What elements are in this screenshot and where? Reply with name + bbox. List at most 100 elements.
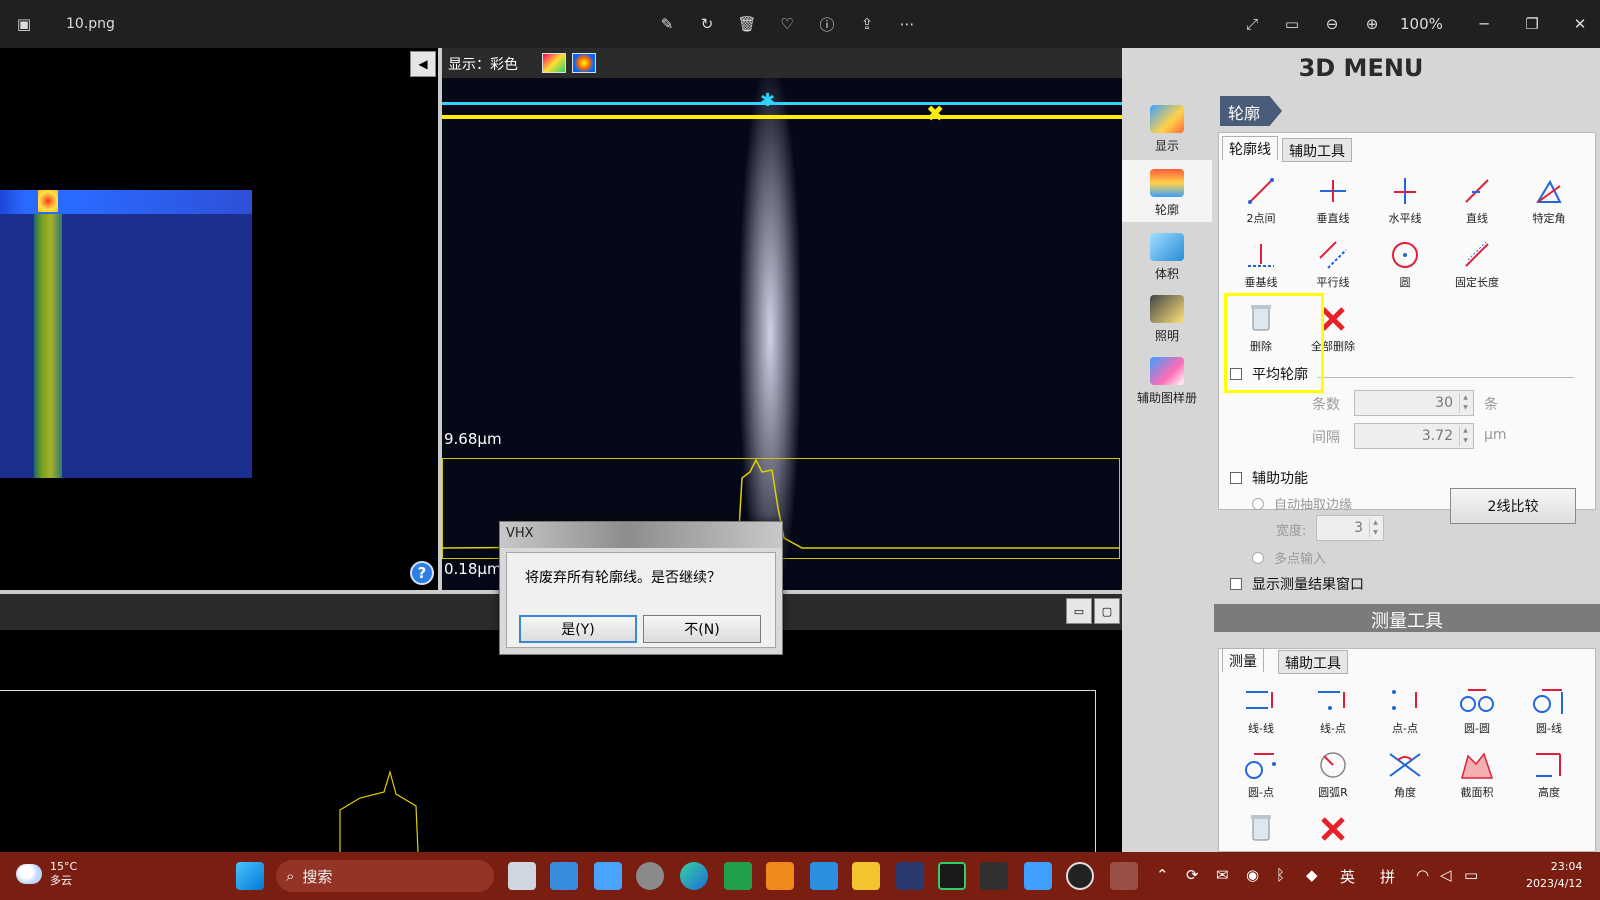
width-input[interactable]: 3 ▲ ▼ (1316, 515, 1384, 541)
minimize-icon[interactable]: ─ (1472, 12, 1496, 36)
help-icon[interactable]: ? (410, 561, 434, 585)
tool-circle-circle[interactable]: 圆-圆 (1444, 678, 1510, 736)
width-stepper-icon[interactable]: ▲ ▼ (1369, 518, 1381, 538)
volume-icon[interactable]: ◁ (1440, 866, 1452, 884)
tab-contour-aux[interactable]: 辅助工具 (1282, 138, 1352, 162)
rotate-icon[interactable]: ↻ (695, 12, 719, 36)
file-explorer-icon[interactable] (852, 862, 880, 890)
start-icon[interactable] (236, 862, 264, 890)
tool-circle-point[interactable]: 圆-点 (1228, 742, 1294, 800)
close-icon[interactable]: ✕ (1568, 12, 1592, 36)
nav-lighting[interactable]: 照明 (1122, 286, 1212, 348)
nav-pattern-book[interactable]: 辅助图样册 (1122, 348, 1212, 410)
tool-angle[interactable]: 角度 (1372, 742, 1438, 800)
settings-icon[interactable] (636, 862, 664, 890)
cyan-profile-line[interactable] (442, 102, 1122, 105)
lower-minimize-icon[interactable]: ▭ (1066, 598, 1092, 624)
bluetooth-icon[interactable]: ᛒ (1276, 866, 1285, 884)
app-d-icon[interactable] (724, 862, 752, 890)
zoom-out-icon[interactable]: ⊖ (1320, 12, 1344, 36)
fullscreen-icon[interactable]: ⤢ (1240, 12, 1264, 36)
interval-input[interactable]: 3.72 ▲ ▼ (1354, 423, 1474, 449)
tool-measure-delete-all[interactable] (1300, 804, 1366, 848)
zoom-level[interactable]: 100% (1400, 12, 1443, 36)
tab-contour-lines[interactable]: 轮廓线 (1222, 136, 1278, 160)
tab-measure[interactable]: 测量 (1222, 648, 1264, 672)
nav-contour[interactable]: 轮廓 (1122, 160, 1212, 222)
favorite-icon[interactable]: ♡ (775, 12, 799, 36)
battery-icon[interactable]: ▭ (1464, 866, 1478, 884)
notepad-icon[interactable] (594, 862, 622, 890)
vscode-icon[interactable] (810, 862, 838, 890)
media-player-icon[interactable] (1066, 862, 1094, 890)
microscope-image-panel[interactable]: ✱ ✖ 9.68μm 0.18μm (442, 78, 1122, 590)
wechat-icon[interactable]: ✉ (1216, 866, 1229, 884)
sync-icon[interactable]: ⟳ (1186, 866, 1199, 884)
info-icon[interactable]: ⓘ (815, 12, 839, 36)
height-color-icon[interactable] (572, 53, 596, 73)
ime-language[interactable]: 英 (1340, 866, 1355, 887)
multi-point-radio[interactable]: 多点输入 (1252, 548, 1326, 567)
tool-cross-section[interactable]: 截面积 (1444, 742, 1510, 800)
wifi-icon[interactable]: ◠ (1416, 866, 1429, 884)
pycharm-icon[interactable] (938, 862, 966, 890)
two-point-icon (1248, 178, 1274, 204)
tool-circle-line[interactable]: 圆-线 (1516, 678, 1582, 736)
yes-button[interactable]: 是(Y) (519, 615, 637, 643)
vlc-icon[interactable] (766, 862, 794, 890)
tool-height[interactable]: 高度 (1516, 742, 1582, 800)
todo-icon[interactable] (550, 862, 578, 890)
search-box[interactable]: ⌕ 搜索 (276, 860, 494, 892)
collapse-left-icon[interactable]: ◀ (410, 51, 436, 77)
weather-widget[interactable]: 15°C 多云 (16, 860, 77, 888)
fit-icon[interactable]: ▭ (1280, 12, 1304, 36)
edit-image-icon[interactable]: ✎ (655, 12, 679, 36)
tab-measure-aux[interactable]: 辅助工具 (1278, 650, 1348, 674)
more-icon[interactable]: ⋯ (895, 12, 919, 36)
share-icon[interactable]: ⇪ (855, 12, 879, 36)
show-result-checkbox[interactable]: 显示测量结果窗口 (1230, 574, 1364, 594)
yellow-marker-icon[interactable]: ✖ (926, 102, 944, 127)
task-view-icon[interactable] (508, 862, 536, 890)
tool-straight-line[interactable]: 直线 (1444, 168, 1510, 226)
terminal-icon[interactable] (980, 862, 1008, 890)
tool-specific-angle[interactable]: 特定角 (1516, 168, 1582, 226)
tool-line-point[interactable]: 线-点 (1300, 678, 1366, 736)
tool-point-point[interactable]: 点-点 (1372, 678, 1438, 736)
tool-line-line[interactable]: 线-线 (1228, 678, 1294, 736)
two-line-compare-button[interactable]: 2线比较 (1450, 488, 1576, 524)
tool-fixed-length[interactable]: 固定长度 (1444, 232, 1510, 290)
interval-stepper-icon[interactable]: ▲ ▼ (1459, 426, 1471, 446)
tray-expand-icon[interactable]: ⌃ (1156, 866, 1169, 884)
count-stepper-icon[interactable]: ▲ ▼ (1459, 393, 1471, 413)
aux-function-checkbox[interactable]: 辅助功能 (1230, 468, 1308, 488)
tool-vertical-line[interactable]: 垂直线 (1300, 168, 1366, 226)
tool-horizontal-line[interactable]: 水平线 (1372, 168, 1438, 226)
trash-icon[interactable]: 🗑 (735, 12, 759, 36)
cat-icon[interactable]: ◆ (1306, 866, 1318, 884)
lower-restore-icon[interactable]: ▢ (1094, 598, 1120, 624)
clock[interactable]: 23:04 2023/4/12 (1526, 858, 1582, 892)
count-input[interactable]: 30 ▲ ▼ (1354, 390, 1474, 416)
app-hand-icon[interactable] (1110, 862, 1138, 890)
ime-mode[interactable]: 拼 (1380, 866, 1395, 887)
nav-display[interactable]: 显示 (1122, 96, 1212, 158)
tool-measure-delete[interactable] (1228, 804, 1294, 848)
no-button[interactable]: 不(N) (643, 615, 761, 643)
auto-edge-radio[interactable]: 自动抽取边缘 (1252, 494, 1352, 513)
qq-icon[interactable]: ◉ (1246, 866, 1259, 884)
yellow-profile-line[interactable] (442, 115, 1122, 119)
photos-icon[interactable] (1024, 862, 1052, 890)
nav-volume[interactable]: 体积 (1122, 224, 1212, 286)
tool-arc-radius[interactable]: 圆弧R (1300, 742, 1366, 800)
tool-circle[interactable]: 圆 (1372, 232, 1438, 290)
color-image-icon[interactable] (542, 53, 566, 73)
tool-two-point[interactable]: 2点间 (1228, 168, 1294, 226)
edge-icon[interactable] (680, 862, 708, 890)
tool-parallel[interactable]: 平行线 (1300, 232, 1366, 290)
cyan-marker-icon[interactable]: ✱ (760, 90, 775, 111)
tool-perpendicular[interactable]: 垂基线 (1228, 232, 1294, 290)
app-dark-icon[interactable] (896, 862, 924, 890)
zoom-in-icon[interactable]: ⊕ (1360, 12, 1384, 36)
maximize-icon[interactable]: ❐ (1520, 12, 1544, 36)
